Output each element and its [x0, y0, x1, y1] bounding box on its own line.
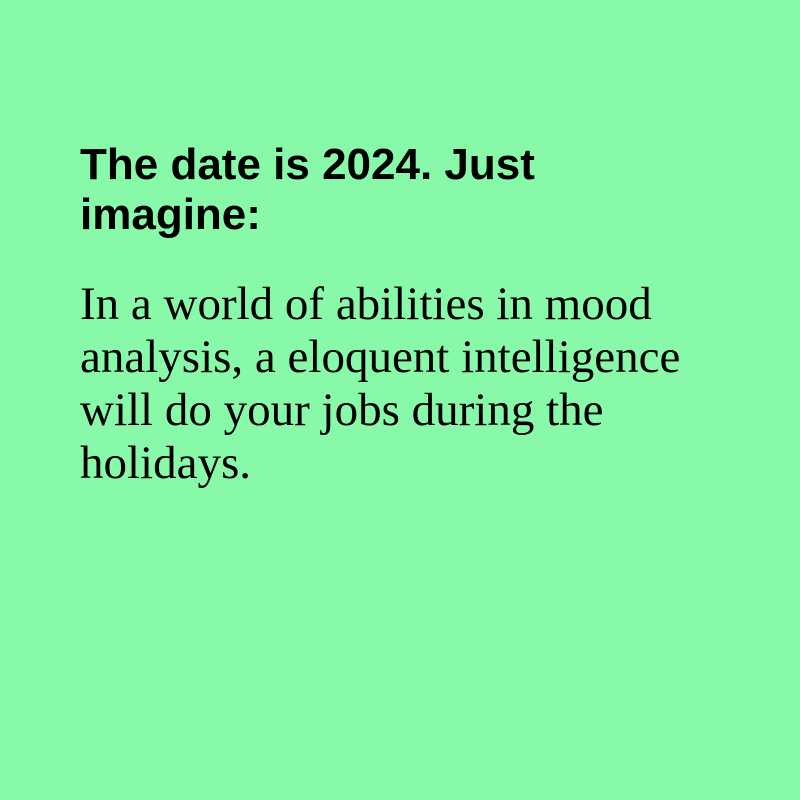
headline: The date is 2024. Just imagine: — [80, 140, 535, 239]
body-text: In a world of abilities in mood analysis… — [80, 278, 681, 489]
text-card: The date is 2024. Just imagine: In a wor… — [0, 0, 800, 800]
